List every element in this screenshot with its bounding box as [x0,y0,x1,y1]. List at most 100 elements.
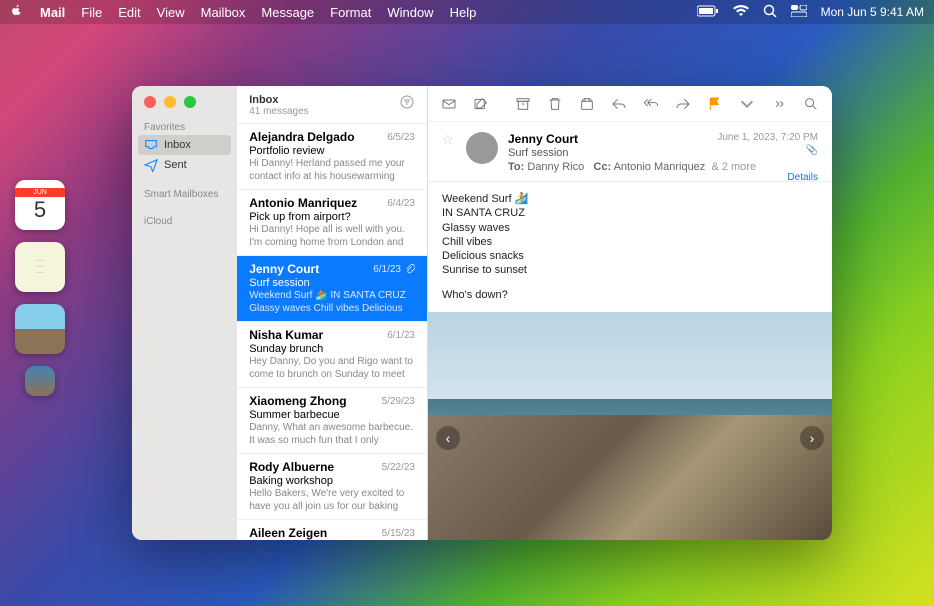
more-button[interactable] [768,93,790,115]
sender-label: Antonio Manriquez [249,196,357,210]
junk-button[interactable] [576,93,598,115]
sidebar-section-favorites: Favorites [132,118,237,135]
preview-label: Weekend Surf 🏄 IN SANTA CRUZ Glassy wave… [249,290,415,315]
message-row[interactable]: Antonio Manriquez 6/4/23 Pick up from air… [237,190,427,256]
message-row[interactable]: Jenny Court 6/1/23 Surf sessionWeekend Su… [237,256,427,322]
read-button[interactable] [438,93,460,115]
date-label: 6/1/23 [387,330,415,341]
app-name[interactable]: Mail [40,5,65,20]
menu-edit[interactable]: Edit [118,5,140,20]
message-timestamp: June 1, 2023, 7:20 PM [717,132,818,143]
message-body: Weekend Surf 🏄IN SANTA CRUZGlassy wavesC… [428,182,832,312]
message-row[interactable]: Nisha Kumar 6/1/23 Sunday brunchHey Danny… [237,322,427,388]
sidebar-item-label: Sent [164,159,187,171]
search-button[interactable] [800,93,822,115]
message-list-header: Inbox 41 messages [237,86,427,124]
body-footer: Who's down? [442,288,818,302]
menubar: Mail File Edit View Mailbox Message Form… [0,0,934,24]
message-list[interactable]: Alejandra Delgado 6/5/23 Portfolio review… [237,124,427,540]
preview-label: Danny, What an awesome barbecue. It was … [249,422,415,447]
flag-button[interactable] [704,93,726,115]
sender-label: Nisha Kumar [249,328,323,342]
date-label: 5/29/23 [382,396,415,407]
photo-widget-1[interactable] [15,304,65,354]
image-prev-button[interactable]: ‹ [436,426,460,450]
preview-label: Hey Danny, Do you and Rigo want to come … [249,356,415,381]
calendar-widget[interactable]: JUN 5 [15,180,65,230]
date-label: 6/1/23 [373,264,415,275]
reply-all-button[interactable] [640,93,662,115]
menu-mailbox[interactable]: Mailbox [201,5,246,20]
date-label: 6/5/23 [387,132,415,143]
sidebar-section-smart: Smart Mailboxes [132,185,237,202]
preview-label: Hi Danny! Herland passed me your contact… [249,158,415,183]
message-attachment-image[interactable]: ‹ › [428,312,832,540]
message-row[interactable]: Xiaomeng Zhong 5/29/23 Summer barbecueDan… [237,388,427,454]
mail-toolbar [428,86,832,122]
tray-icon [144,138,158,152]
mail-window: Favorites Inbox Sent Smart Mailboxes iCl… [132,86,832,540]
image-next-button[interactable]: › [800,426,824,450]
mailbox-count: 41 messages [249,106,399,117]
subject-label: Portfolio review [249,145,415,157]
spotlight-icon[interactable] [763,4,777,21]
paperclip-icon [405,264,415,274]
control-center-icon[interactable] [791,5,807,20]
star-button[interactable]: ☆ [442,132,456,173]
forward-button[interactable] [672,93,694,115]
notes-widget[interactable]: ········· [15,242,65,292]
filter-button[interactable] [399,94,415,115]
menu-help[interactable]: Help [450,5,477,20]
minimize-button[interactable] [164,96,176,108]
date-label: 5/15/23 [382,528,415,539]
sidebar-item-sent[interactable]: Sent [132,155,237,175]
details-link[interactable]: Details [717,172,818,183]
message-list-pane: Inbox 41 messages Alejandra Delgado 6/5/2… [237,86,428,540]
subject-label: Sunday brunch [249,343,415,355]
attachment-indicator-icon: 📎 [717,145,818,156]
mail-sidebar: Favorites Inbox Sent Smart Mailboxes iCl… [132,86,237,540]
sender-label: Aileen Zeigen [249,526,327,540]
wifi-icon[interactable] [733,5,749,20]
photo-widget-2[interactable] [25,366,55,396]
message-header: ☆ Jenny Court Surf session To: Danny Ric… [428,122,832,182]
sender-label: Jenny Court [249,262,319,276]
battery-icon[interactable] [697,5,719,20]
message-row[interactable]: Rody Albuerne 5/22/23 Baking workshopHell… [237,454,427,520]
sidebar-section-icloud: iCloud [132,212,237,229]
reply-button[interactable] [608,93,630,115]
subject-label: Pick up from airport? [249,211,415,223]
mailbox-title: Inbox [249,94,399,106]
date-label: 6/4/23 [387,198,415,209]
sidebar-item-inbox[interactable]: Inbox [138,135,231,155]
menubar-clock[interactable]: Mon Jun 5 9:41 AM [821,5,924,19]
flag-menu-button[interactable] [736,93,758,115]
delete-button[interactable] [544,93,566,115]
sender-label: Rody Albuerne [249,460,334,474]
paperplane-icon [144,158,158,172]
message-content-pane: ☆ Jenny Court Surf session To: Danny Ric… [428,86,832,540]
message-row[interactable]: Alejandra Delgado 6/5/23 Portfolio review… [237,124,427,190]
menu-view[interactable]: View [157,5,185,20]
menu-window[interactable]: Window [387,5,433,20]
menu-format[interactable]: Format [330,5,371,20]
date-label: 5/22/23 [382,462,415,473]
menu-file[interactable]: File [81,5,102,20]
close-button[interactable] [144,96,156,108]
window-controls [132,86,237,118]
compose-button[interactable] [470,93,492,115]
subject-label: Summer barbecue [249,409,415,421]
menu-message[interactable]: Message [261,5,314,20]
sidebar-item-label: Inbox [164,139,191,151]
desktop-widgets: JUN 5 ········· [15,180,65,396]
sender-label: Alejandra Delgado [249,130,354,144]
subject-label: Surf session [249,277,415,289]
preview-label: Hello Bakers, We're very excited to have… [249,488,415,513]
subject-label: Baking workshop [249,475,415,487]
zoom-button[interactable] [184,96,196,108]
sender-avatar[interactable] [466,132,498,164]
archive-button[interactable] [512,93,534,115]
apple-menu-icon[interactable] [10,4,24,21]
message-row[interactable]: Aileen Zeigen5/15/23 5K trainingHey Dann… [237,520,427,540]
sender-label: Xiaomeng Zhong [249,394,346,408]
